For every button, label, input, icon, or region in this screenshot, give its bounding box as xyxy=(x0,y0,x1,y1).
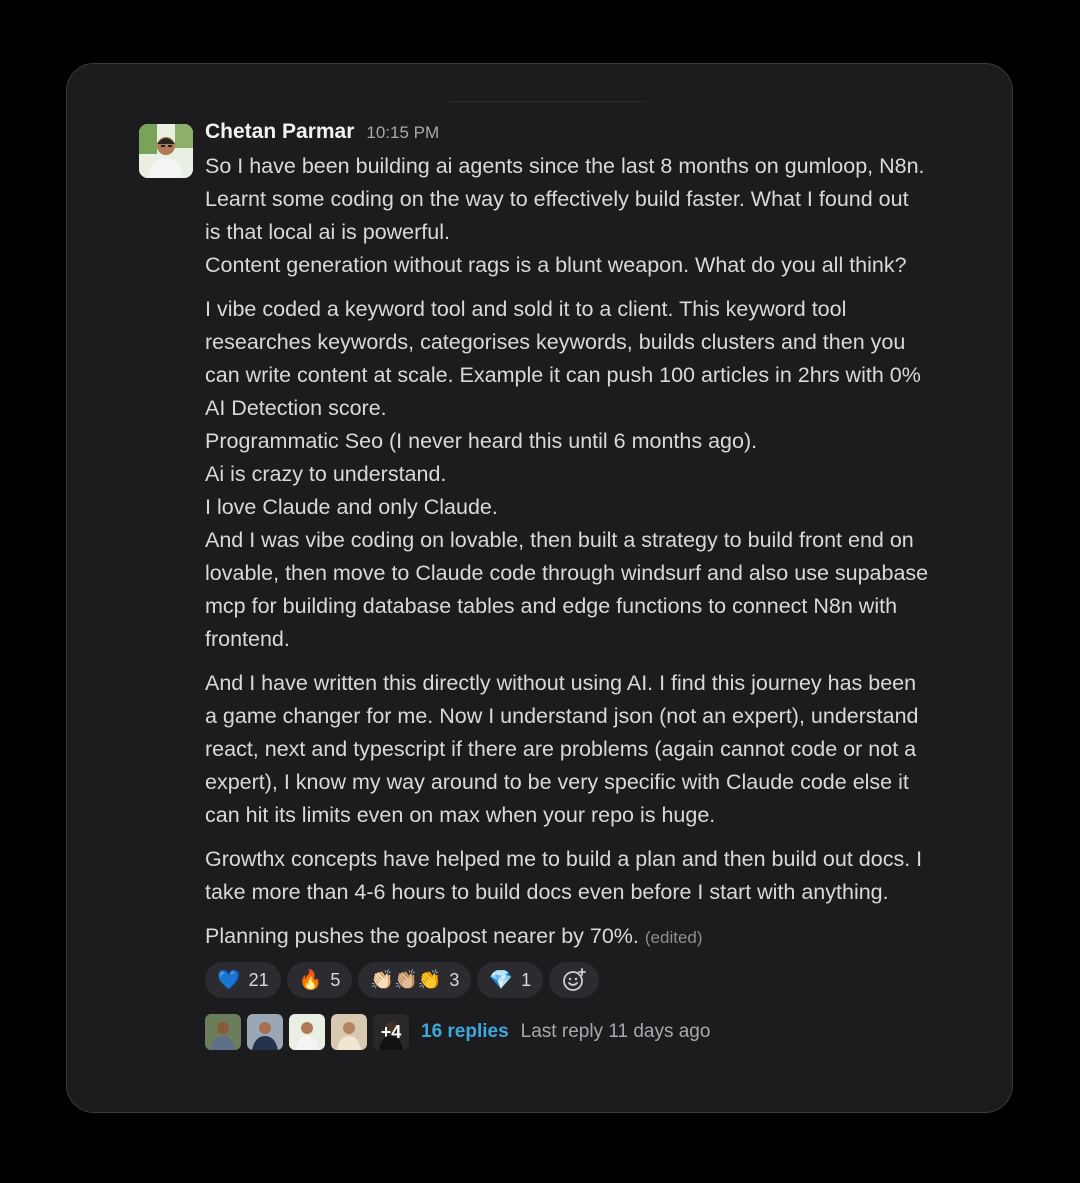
thread-summary[interactable]: +4 16 replies Last reply 11 days ago xyxy=(205,1013,965,1051)
participant-avatar xyxy=(247,1014,283,1050)
message-line: Learnt some coding on the way to effecti… xyxy=(205,187,909,211)
extra-participants-count: +4 xyxy=(373,1014,409,1050)
message-card: Chetan Parmar 10:15 PM So I have been bu… xyxy=(66,63,1013,1113)
participant-avatar xyxy=(205,1014,241,1050)
edited-label: (edited) xyxy=(644,928,703,947)
participant-avatar xyxy=(331,1014,367,1050)
reaction-clap[interactable]: 👏🏻👏🏼👏 3 xyxy=(358,962,472,998)
message-line: And I have written this directly without… xyxy=(205,671,917,695)
author-avatar[interactable] xyxy=(139,124,193,178)
reaction-gem[interactable]: 💎 1 xyxy=(477,962,544,998)
message-line: react, next and typescript if there are … xyxy=(205,737,917,761)
message-line: AI Detection score. xyxy=(205,396,387,420)
fire-icon: 🔥 xyxy=(298,970,323,991)
participant-avatar xyxy=(289,1014,325,1050)
last-reply-text: Last reply 11 days ago xyxy=(520,1021,711,1042)
message-line: researches keywords, categorises keyword… xyxy=(205,330,906,354)
message-header: Chetan Parmar 10:15 PM xyxy=(205,120,965,150)
reactions-bar: 💙 21 🔥 5 👏🏻👏🏼👏 3 💎 1 xyxy=(205,962,965,1000)
replies-link[interactable]: 16 replies xyxy=(421,1021,509,1043)
message-line: is that local ai is powerful. xyxy=(205,220,450,244)
divider xyxy=(449,101,645,102)
reaction-count: 3 xyxy=(449,969,460,990)
message-line: lovable, then move to Claude code throug… xyxy=(205,561,929,585)
add-reaction-button[interactable] xyxy=(549,962,600,998)
message: Chetan Parmar 10:15 PM So I have been bu… xyxy=(205,120,965,1051)
message-line: I love Claude and only Claude. xyxy=(205,495,498,519)
message-last-line: Planning pushes the goalpost nearer by 7… xyxy=(205,920,965,954)
author-name[interactable]: Chetan Parmar xyxy=(205,120,354,144)
more-participants-avatar: +4 xyxy=(373,1014,409,1050)
message-line: And I was vibe coding on lovable, then b… xyxy=(205,528,914,552)
message-line: I vibe coded a keyword tool and sold it … xyxy=(205,297,847,321)
message-line: Programmatic Seo (I never heard this unt… xyxy=(205,429,758,453)
blue-heart-icon: 💙 xyxy=(217,970,241,991)
message-line: mcp for building database tables and edg… xyxy=(205,594,898,618)
message-line: Content generation without rags is a blu… xyxy=(205,253,907,277)
add-emoji-icon xyxy=(563,968,586,991)
message-line: Planning pushes the goalpost nearer by 7… xyxy=(205,924,639,948)
message-body: So I have been building ai agents since … xyxy=(205,150,965,954)
message-line: a game changer for me. Now I understand … xyxy=(205,704,919,728)
message-line: Growthx concepts have helped me to build… xyxy=(205,847,923,871)
reaction-fire[interactable]: 🔥 5 xyxy=(286,962,353,998)
message-line: expert), I know my way around to be very… xyxy=(205,770,909,794)
clap-icon: 👏🏻👏🏼👏 xyxy=(370,970,442,991)
reaction-blue-heart[interactable]: 💙 21 xyxy=(205,962,281,998)
message-line: frontend. xyxy=(205,627,290,651)
reaction-count: 1 xyxy=(521,969,532,990)
reaction-count: 5 xyxy=(330,969,341,990)
message-line: Ai is crazy to understand. xyxy=(205,462,447,486)
message-line: So I have been building ai agents since … xyxy=(205,154,925,178)
message-line: can write content at scale. Example it c… xyxy=(205,363,921,387)
gem-icon: 💎 xyxy=(489,970,514,991)
message-timestamp[interactable]: 10:15 PM xyxy=(366,123,439,143)
message-line: can hit its limits even on max when your… xyxy=(205,803,716,827)
message-line: take more than 4-6 hours to build docs e… xyxy=(205,880,889,904)
reaction-count: 21 xyxy=(248,969,269,990)
